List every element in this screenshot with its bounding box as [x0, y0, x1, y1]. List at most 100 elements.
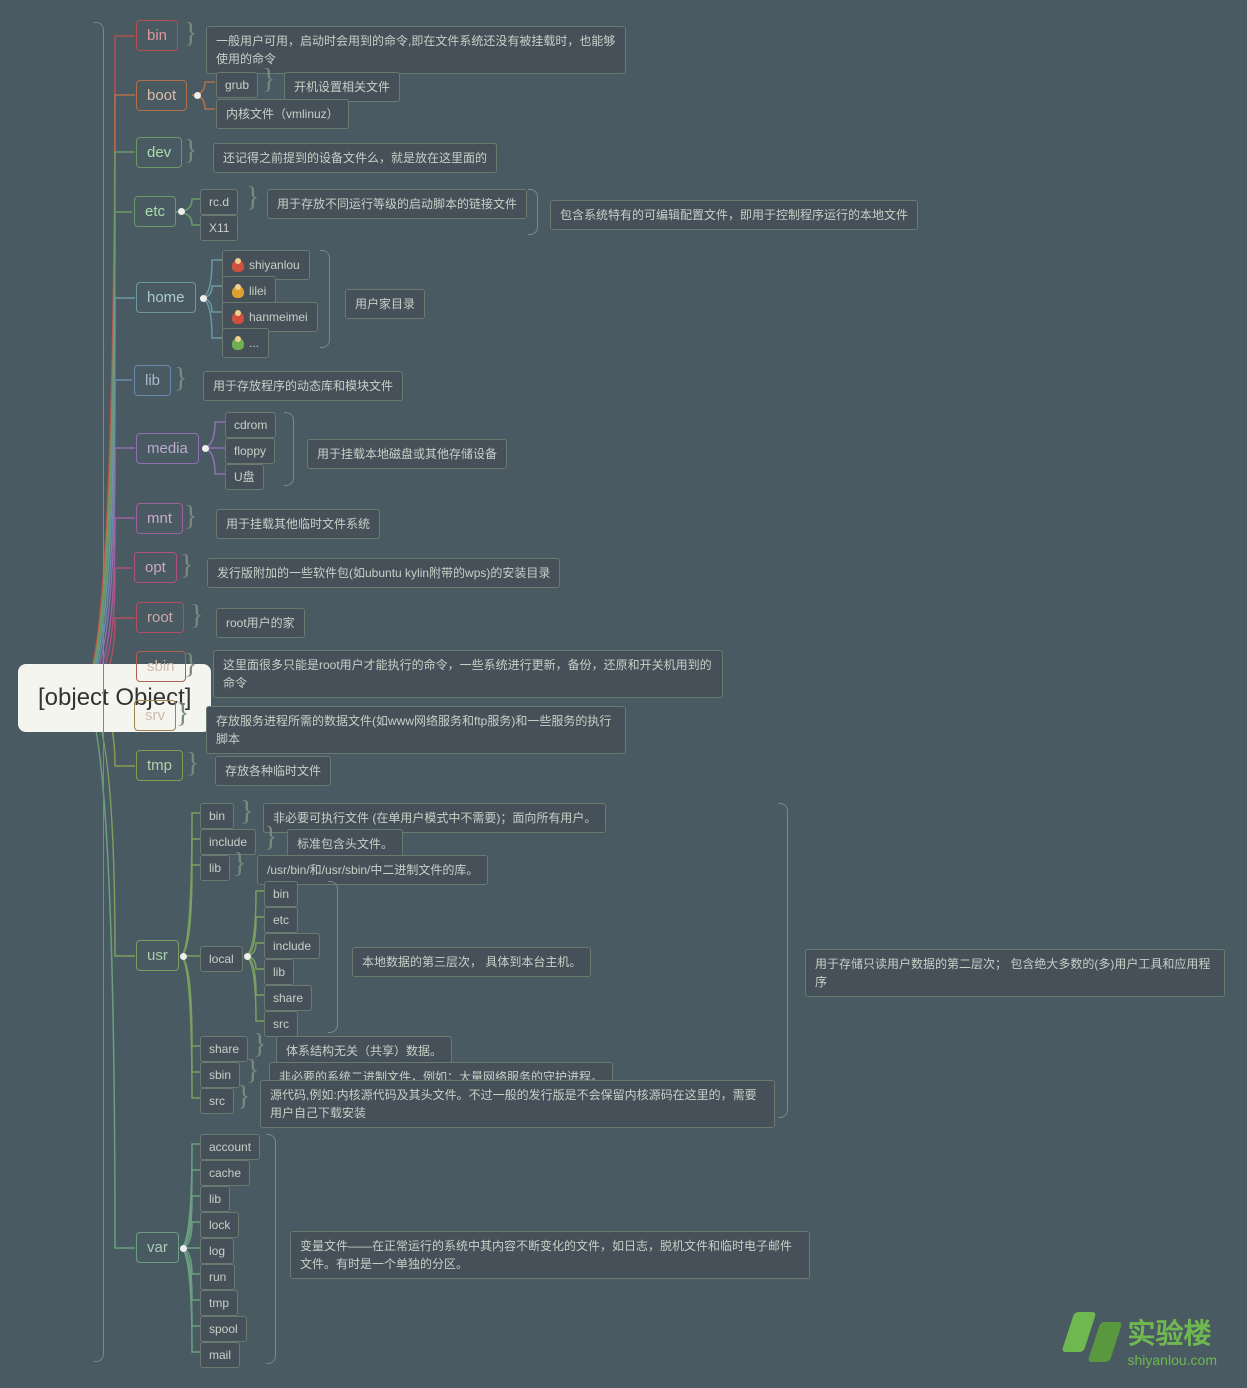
node-boot: boot	[136, 80, 187, 111]
brace-icon: }	[184, 137, 197, 165]
user-icon	[232, 286, 244, 298]
node-var: var	[136, 1232, 179, 1263]
node-media: media	[136, 433, 199, 464]
brace-icon	[528, 189, 538, 235]
node-usr-sbin: sbin	[200, 1062, 240, 1088]
expand-dot	[180, 1245, 187, 1252]
user-name: hanmeimei	[249, 310, 308, 324]
node-var-run: run	[200, 1264, 235, 1290]
node-dev: dev	[136, 137, 182, 168]
node-bin: bin	[136, 20, 178, 51]
note-opt: 发行版附加的一些软件包(如ubuntu kylin附带的wps)的安装目录	[207, 558, 560, 588]
expand-dot	[178, 208, 185, 215]
brace-icon: }	[237, 1083, 250, 1111]
node-media-floppy: floppy	[225, 438, 275, 464]
user-icon	[232, 312, 244, 324]
expand-dot	[244, 953, 251, 960]
node-var-lock: lock	[200, 1212, 239, 1238]
note-etc-rcd: 用于存放不同运行等级的启动脚本的链接文件	[267, 189, 527, 219]
node-var-spool: spool	[200, 1316, 247, 1342]
node-home-u4: ...	[222, 328, 269, 358]
node-usr-local-share: share	[264, 985, 312, 1011]
expand-dot	[194, 92, 201, 99]
node-media-udisk: U盘	[225, 464, 264, 490]
node-var-account: account	[200, 1134, 260, 1160]
brace-icon	[284, 412, 294, 486]
note-home: 用户家目录	[345, 289, 425, 319]
brace-icon	[778, 803, 788, 1118]
user-name: shiyanlou	[249, 258, 300, 272]
brace-icon: }	[184, 20, 197, 48]
node-var-log: log	[200, 1238, 234, 1264]
node-usr-local-src: src	[264, 1011, 298, 1037]
node-usr-local-include: include	[264, 933, 320, 959]
node-boot-vmlinuz: 内核文件（vmlinuz）	[216, 99, 349, 129]
brace-icon: }	[240, 798, 253, 826]
node-tmp: tmp	[136, 750, 183, 781]
expand-dot	[202, 445, 209, 452]
watermark-title: 实验楼	[1128, 1312, 1218, 1352]
logo-icon	[1068, 1312, 1116, 1368]
node-var-cache: cache	[200, 1160, 250, 1186]
note-lib: 用于存放程序的动态库和模块文件	[203, 371, 403, 401]
note-usr-local: 本地数据的第三层次， 具体到本台主机。	[352, 947, 591, 977]
brace-icon	[320, 250, 330, 348]
node-usr-local-lib: lib	[264, 959, 294, 985]
note-mnt: 用于挂载其他临时文件系统	[216, 509, 380, 539]
note-boot-grub: 开机设置相关文件	[284, 72, 400, 102]
node-var-lib: lib	[200, 1186, 230, 1212]
node-boot-grub: grub	[216, 72, 258, 98]
node-sbin: sbin	[136, 651, 186, 682]
brace-icon	[328, 881, 338, 1033]
brace-icon: }	[176, 700, 189, 728]
brace-icon: }	[233, 850, 246, 878]
note-var: 变量文件——在正常运行的系统中其内容不断变化的文件，如日志，脱机文件和临时电子邮…	[290, 1231, 810, 1279]
note-usr-src: 源代码,例如:内核源代码及其头文件。不过一般的发行版是不会保留内核源码在这里的，…	[260, 1080, 775, 1128]
note-media: 用于挂载本地磁盘或其他存储设备	[307, 439, 507, 469]
user-icon	[232, 338, 244, 350]
user-name: lilei	[249, 284, 266, 298]
brace-icon	[266, 1134, 276, 1364]
note-usr: 用于存储只读用户数据的第二层次； 包含绝大多数的(多)用户工具和应用程序	[805, 949, 1225, 997]
node-usr-bin: bin	[200, 803, 234, 829]
node-usr: usr	[136, 940, 179, 971]
node-usr-src: src	[200, 1088, 234, 1114]
brace-icon: }	[184, 503, 197, 531]
node-var-tmp: tmp	[200, 1290, 238, 1316]
expand-dot	[180, 953, 187, 960]
expand-dot	[200, 295, 207, 302]
user-icon	[232, 260, 244, 272]
brace-icon: }	[186, 750, 199, 778]
user-name: ...	[249, 336, 259, 350]
brace-icon: }	[262, 66, 275, 94]
node-usr-local: local	[200, 946, 243, 972]
node-etc: etc	[134, 196, 176, 227]
brace-icon: }	[180, 552, 193, 580]
note-srv: 存放服务进程所需的数据文件(如www网络服务和ftp服务)和一些服务的执行脚本	[206, 706, 626, 754]
node-var-mail: mail	[200, 1342, 240, 1368]
node-usr-lib: lib	[200, 855, 230, 881]
brace-icon: }	[174, 365, 187, 393]
brace-icon: }	[184, 651, 197, 679]
note-root: root用户的家	[216, 608, 305, 638]
watermark: 实验楼 shiyanlou.com	[1068, 1312, 1218, 1368]
node-usr-share: share	[200, 1036, 248, 1062]
node-usr-local-etc: etc	[264, 907, 298, 933]
note-etc: 包含系统特有的可编辑配置文件，即用于控制程序运行的本地文件	[550, 200, 918, 230]
node-etc-rcd: rc.d	[200, 189, 238, 215]
brace-icon: }	[246, 184, 259, 212]
node-usr-include: include	[200, 829, 256, 855]
root-brace	[94, 22, 104, 1362]
note-dev: 还记得之前提到的设备文件么，就是放在这里面的	[213, 143, 497, 173]
node-root: root	[136, 602, 184, 633]
node-srv: srv	[134, 700, 176, 731]
node-home: home	[136, 282, 196, 313]
node-mnt: mnt	[136, 503, 183, 534]
node-media-cdrom: cdrom	[225, 412, 276, 438]
node-opt: opt	[134, 552, 177, 583]
brace-icon: }	[264, 824, 277, 852]
node-lib: lib	[134, 365, 171, 396]
note-sbin: 这里面很多只能是root用户才能执行的命令，一些系统进行更新，备份，还原和开关机…	[213, 650, 723, 698]
node-etc-x11: X11	[200, 215, 238, 241]
brace-icon: }	[190, 602, 203, 630]
